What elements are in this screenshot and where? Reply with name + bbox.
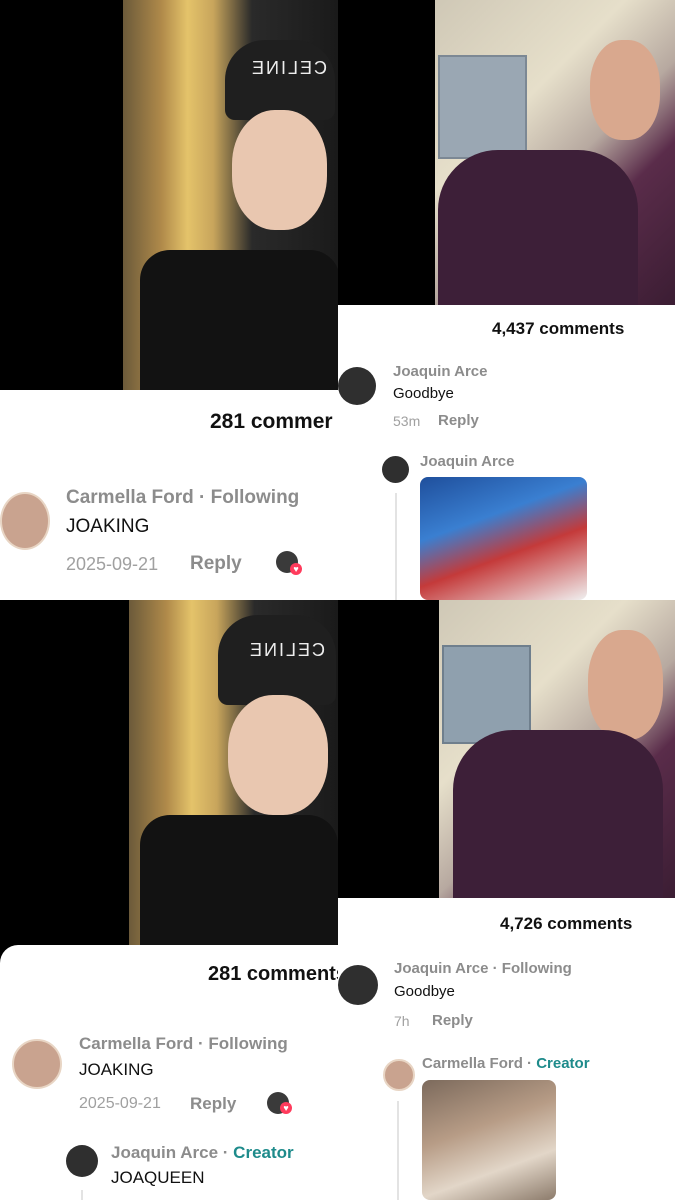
top-right-video[interactable] [338, 0, 675, 305]
drawer [438, 55, 527, 159]
avatar[interactable] [338, 965, 378, 1005]
avatar[interactable] [0, 492, 50, 550]
comments-count: 4,437 comments [492, 319, 625, 338]
avatar[interactable] [12, 1039, 62, 1089]
reply-button[interactable]: Reply [190, 553, 242, 575]
avatar[interactable] [338, 367, 376, 405]
comment-time: 7h [394, 1013, 410, 1029]
video-background [338, 0, 435, 305]
comment-author[interactable]: Joaquin Arce [393, 363, 487, 380]
comment-text: JOAKING [79, 1060, 154, 1079]
reply-author[interactable]: Carmella Ford · [422, 1055, 536, 1072]
dress [438, 150, 638, 305]
comment-author[interactable]: Joaquin Arce · Following [394, 960, 572, 977]
thread-line [397, 1101, 399, 1200]
face [588, 630, 663, 740]
shirt [140, 815, 338, 945]
reply-author-line[interactable]: Carmella Ford · Creator [422, 1055, 590, 1072]
thread-line [395, 493, 397, 600]
comment-text: JOAKING [66, 516, 150, 537]
comment-text: Goodbye [393, 385, 454, 402]
comments-count: 281 commer [210, 410, 333, 433]
reply-avatar[interactable] [382, 456, 409, 483]
reply-text: JOAQUEEN [111, 1168, 205, 1187]
reply-image[interactable] [422, 1080, 556, 1200]
creator-badge: Creator [536, 1055, 590, 1072]
reply-button[interactable]: Reply [190, 1094, 236, 1114]
bottom-right-comments: 4,726 comments Joaquin Arce · Following … [338, 898, 675, 1200]
top-left-video[interactable]: CELINE [0, 0, 338, 390]
reply-button[interactable]: Reply [432, 1012, 473, 1029]
thread-line [81, 1190, 83, 1200]
dress [453, 730, 663, 898]
bottom-right-video[interactable] [338, 600, 675, 898]
cap-logo-text: CELINE [248, 640, 326, 660]
top-right-comments: 4,437 comments Joaquin Arce Goodbye 53m … [338, 305, 675, 600]
comments-count: 281 comments [208, 963, 338, 985]
reply-button[interactable]: Reply [438, 412, 479, 429]
reply-image[interactable] [420, 477, 587, 600]
reply-author[interactable]: Joaquin Arce [420, 453, 514, 470]
cap-logo-text: CELINE [250, 58, 328, 78]
cap-logo [225, 40, 335, 120]
comments-count: 4,726 comments [500, 914, 633, 933]
video-background [338, 600, 439, 898]
face [228, 695, 328, 815]
face [590, 40, 660, 140]
reply-avatar[interactable] [66, 1145, 98, 1177]
comment-text: Goodbye [394, 983, 455, 1000]
reply-author[interactable]: Joaquin Arce · [111, 1143, 233, 1162]
shirt [140, 250, 338, 390]
comment-time: 53m [393, 413, 421, 429]
face [232, 110, 327, 230]
heart-icon: ♥ [290, 563, 302, 575]
bottom-left-video[interactable]: CELINE [0, 600, 338, 945]
comment-date: 2025-09-21 [79, 1095, 161, 1112]
creator-badge: Creator [233, 1143, 294, 1162]
comment-date: 2025-09-21 [66, 554, 159, 574]
bottom-left-comments: 281 comments Carmella Ford · Following J… [0, 945, 338, 1200]
top-left-comments: 281 commer Carmella Ford · Following JOA… [0, 390, 338, 600]
heart-icon: ♥ [280, 1102, 292, 1114]
comment-author[interactable]: Carmella Ford · Following [66, 487, 299, 509]
reply-author-line[interactable]: Joaquin Arce · Creator [111, 1143, 294, 1163]
reply-avatar[interactable] [383, 1059, 415, 1091]
comment-author[interactable]: Carmella Ford · Following [79, 1034, 288, 1054]
